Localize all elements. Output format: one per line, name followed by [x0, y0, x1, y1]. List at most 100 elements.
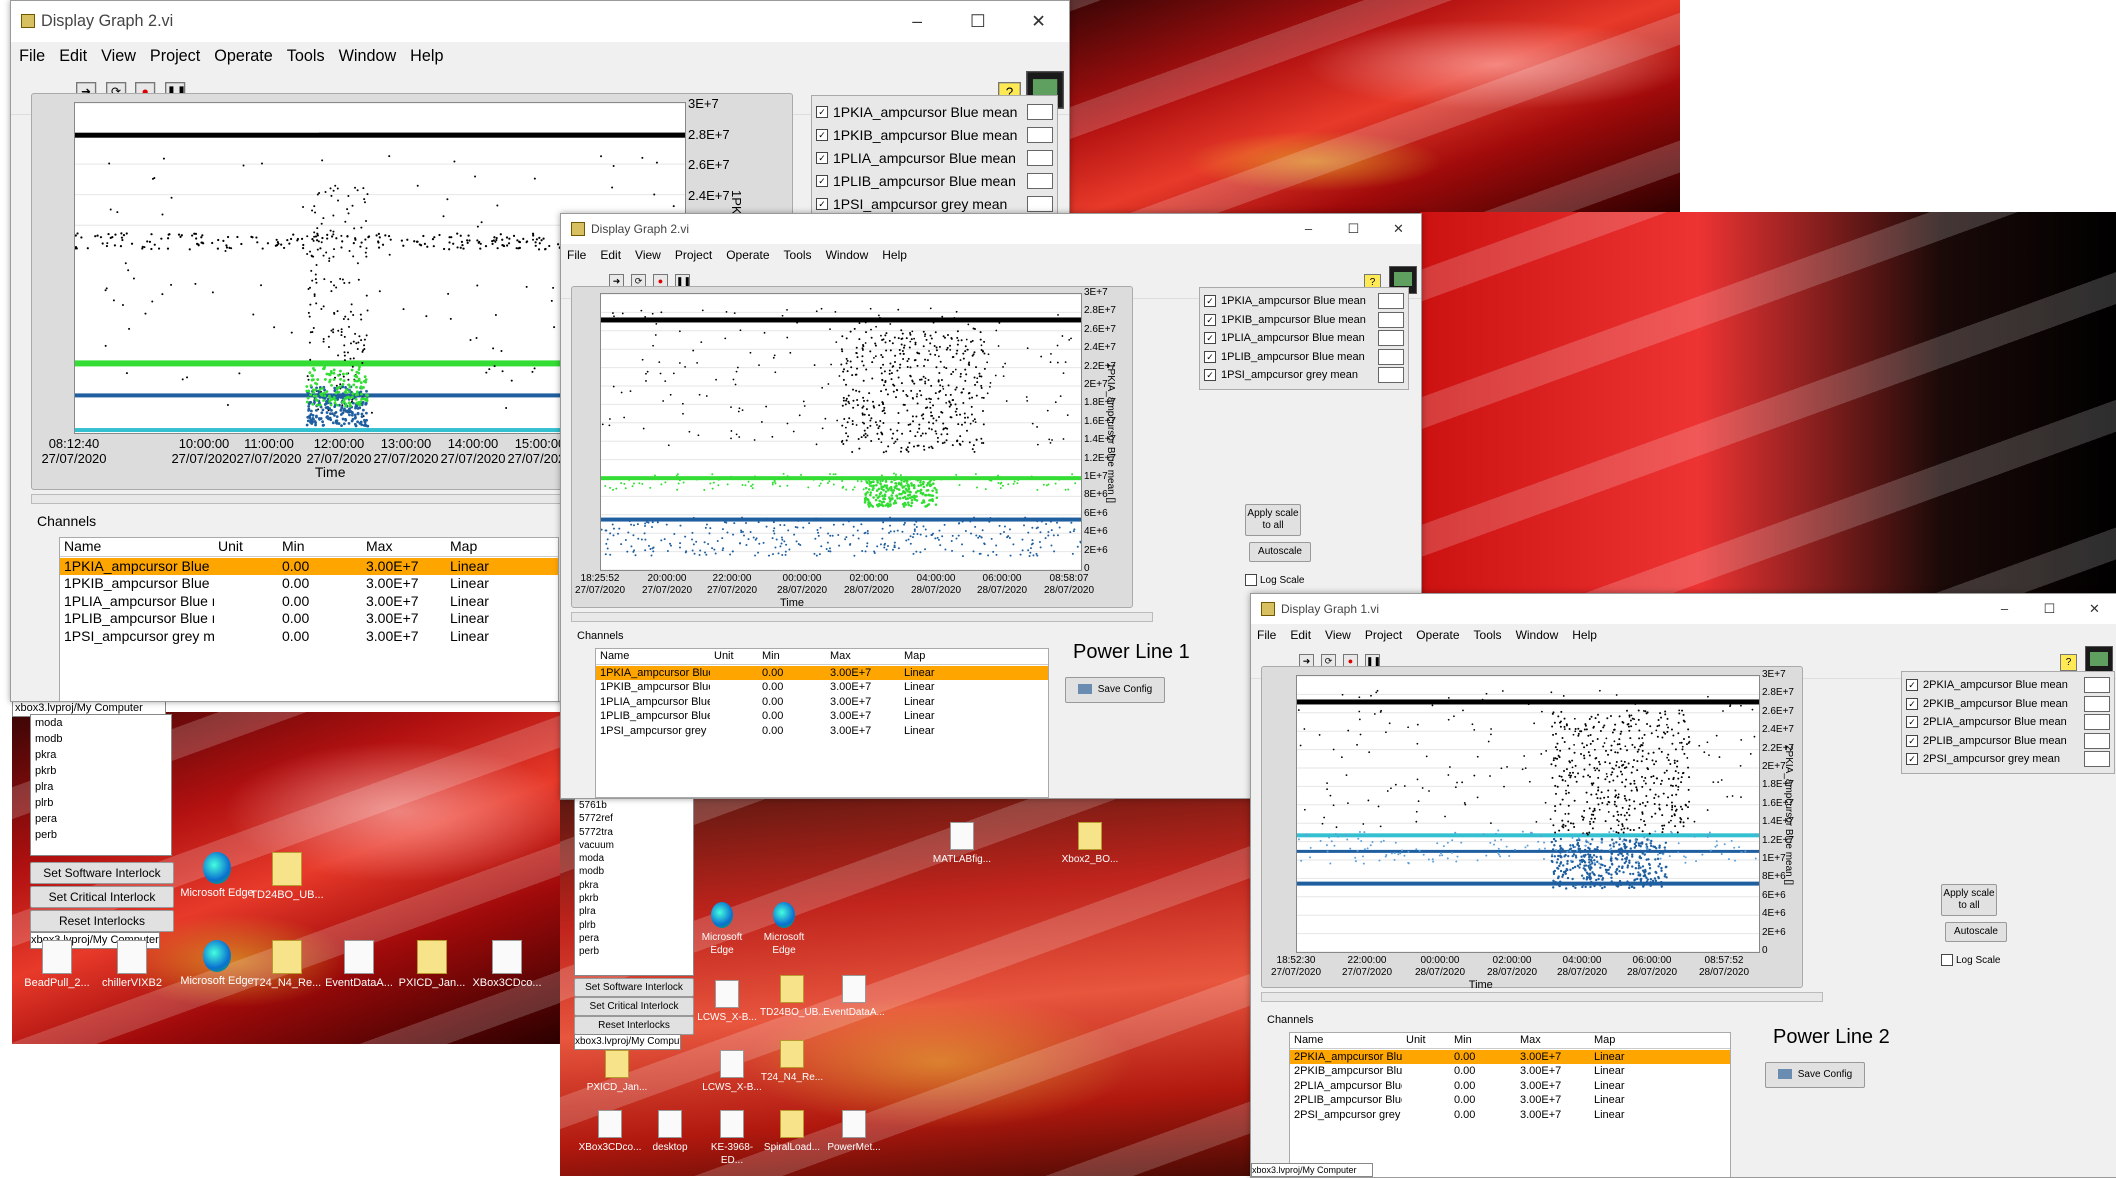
desktop-icon[interactable]: LCWS_X-B...	[695, 980, 759, 1024]
menu-file[interactable]: File	[567, 244, 586, 266]
channel-list-item[interactable]: perb	[575, 945, 693, 958]
plot-style-swatch[interactable]	[1378, 311, 1404, 328]
desktop-icon[interactable]: T24_N4_Re...	[760, 1040, 824, 1084]
menu-file[interactable]: File	[19, 42, 45, 72]
channel-list-item[interactable]: plrb	[31, 795, 171, 811]
reset-interlocks-button[interactable]: Reset Interlocks	[30, 910, 174, 932]
column-header[interactable]: Max	[826, 649, 900, 664]
column-header[interactable]: Name	[596, 649, 710, 664]
menu-window[interactable]: Window	[339, 42, 397, 72]
table-row[interactable]: 1PLIA_ampcursor Blue n 0.00 3.00E+7 Linear	[60, 593, 558, 611]
legend-item[interactable]: ✓ 2PLIA_ampcursor Blue mean	[1906, 713, 2110, 732]
visible-checkbox[interactable]: ✓	[816, 128, 828, 141]
visible-checkbox[interactable]: ✓	[816, 105, 828, 118]
legend-item[interactable]: ✓ 1PLIB_ampcursor Blue mean	[1204, 348, 1404, 367]
visible-checkbox[interactable]: ✓	[1204, 369, 1216, 382]
channel-list-item[interactable]: perb	[31, 827, 171, 843]
apply-scale-button[interactable]: Apply scale to all	[1245, 504, 1301, 536]
channel-list-item[interactable]: plra	[31, 779, 171, 795]
visible-checkbox[interactable]: ✓	[1906, 753, 1918, 766]
channel-list-item[interactable]: modb	[575, 865, 693, 878]
legend-item[interactable]: ✓ 1PKIB_ampcursor Blue mean	[816, 123, 1053, 146]
plot-style-swatch[interactable]	[1027, 103, 1053, 120]
column-header[interactable]: Name	[1290, 1033, 1402, 1048]
visible-checkbox[interactable]: ✓	[816, 197, 828, 210]
plot-style-swatch[interactable]	[1027, 172, 1053, 189]
menu-view[interactable]: View	[1325, 624, 1351, 646]
table-row[interactable]: 1PKIA_ampcursor Blue r 0.00 3.00E+7 Linear	[60, 557, 558, 576]
desktop-icon[interactable]: T24_N4_Re...	[250, 940, 324, 990]
maximize-button[interactable]: ☐	[948, 11, 1009, 32]
desktop-icon[interactable]: XBox3CDco...	[470, 940, 544, 990]
plot-style-swatch[interactable]	[2084, 732, 2110, 749]
legend-item[interactable]: ✓ 1PSI_ampcursor grey mean	[816, 192, 1053, 215]
channels-table[interactable]: Name Unit Min Max Map 1PKIA_ampcursor Blue r0…	[59, 537, 559, 701]
table-row[interactable]: 1PKIB_ampcursor Blue r 0.00 3.00E+7 Linear	[60, 575, 558, 593]
menu-tools[interactable]: Tools	[287, 42, 325, 72]
table-row[interactable]: 1PKIA_ampcursor Blue r 0.00 3.00E+7 Linear	[596, 665, 1048, 680]
desktop-icon[interactable]: EventDataA...	[322, 940, 396, 990]
apply-scale-button[interactable]: Apply scale to all	[1941, 884, 1997, 916]
desktop-icon[interactable]: chillerVIXB2	[95, 940, 169, 990]
desktop-icon[interactable]: BeadPull_2...	[20, 940, 94, 990]
channel-list-item[interactable]: pera	[575, 932, 693, 945]
plot-style-swatch[interactable]	[1027, 195, 1053, 212]
channel-list-item[interactable]: pkra	[31, 747, 171, 763]
visible-checkbox[interactable]: ✓	[1204, 313, 1216, 326]
desktop-icon[interactable]: Microsoft Edge	[690, 902, 754, 957]
table-row[interactable]: 2PSI_ampcursor grey m 0.00 3.00E+7 Linear	[1290, 1108, 1730, 1123]
menu-project[interactable]: Project	[150, 42, 200, 72]
column-header[interactable]: Unit	[710, 649, 758, 664]
column-header[interactable]: Min	[1450, 1033, 1516, 1048]
channel-list-item[interactable]: moda	[575, 852, 693, 865]
plot-style-swatch[interactable]	[1378, 348, 1404, 365]
desktop-icon[interactable]: SpiralLoad...	[760, 1110, 824, 1154]
plot-style-swatch[interactable]	[1378, 367, 1404, 384]
table-row[interactable]: 1PLIA_ampcursor Blue r 0.00 3.00E+7 Linear	[596, 695, 1048, 710]
legend-item[interactable]: ✓ 2PKIA_ampcursor Blue mean	[1906, 676, 2110, 695]
table-row[interactable]: 2PLIB_ampcursor Blue n0.003.00E+7Linear	[1290, 1093, 1730, 1108]
save-config-button[interactable]: Save Config	[1065, 677, 1165, 703]
visible-checkbox[interactable]: ✓	[1204, 295, 1216, 308]
desktop-icon[interactable]: Microsoft Edge	[180, 940, 254, 988]
table-row[interactable]: 1PSI_ampcursor grey me 0.00 3.00E+7 Linear	[60, 628, 558, 646]
graph-horizontal-scrollbar[interactable]	[571, 612, 1153, 622]
visible-checkbox[interactable]: ✓	[1906, 679, 1918, 692]
log-scale-check[interactable]	[1941, 954, 1953, 966]
title-bar[interactable]: Display Graph 1.vi – ☐ ✕	[1251, 594, 2116, 624]
set-software-interlock-button[interactable]: Set Software Interlock	[574, 978, 694, 997]
menu-project[interactable]: Project	[1365, 624, 1402, 646]
legend-item[interactable]: ✓ 2PKIB_ampcursor Blue mean	[1906, 695, 2110, 714]
desktop-icon[interactable]: TD24BO_UB...	[250, 852, 324, 902]
column-header[interactable]: Map	[446, 538, 550, 556]
table-row[interactable]: 2PLIA_ampcursor Blue r 0.00 3.00E+7 Linear	[1290, 1079, 1730, 1094]
desktop-icon[interactable]: MATLABfig...	[930, 822, 994, 866]
title-bar[interactable]: Display Graph 2.vi – ☐ ✕	[561, 214, 1421, 244]
plot-style-swatch[interactable]	[2084, 714, 2110, 731]
minimize-button[interactable]: –	[1982, 601, 2027, 617]
graph-horizontal-scrollbar[interactable]	[1261, 992, 1823, 1002]
visible-checkbox[interactable]: ✓	[1906, 697, 1918, 710]
legend-item[interactable]: ✓ 2PLIB_ampcursor Blue mean	[1906, 732, 2110, 751]
menu-operate[interactable]: Operate	[214, 42, 273, 72]
table-row[interactable]: 1PKIB_ampcursor Blue r 0.00 3.00E+7 Linear	[596, 680, 1048, 695]
desktop-icon[interactable]: TD24BO_UB...	[760, 975, 827, 1019]
channels-table[interactable]: NameUnitMinMaxMap2PKIA_ampcursor Blue r0…	[1289, 1032, 1731, 1177]
column-header[interactable]: Map	[1590, 1033, 1684, 1048]
menu-edit[interactable]: Edit	[600, 244, 621, 266]
menu-help[interactable]: Help	[1572, 624, 1597, 646]
autoscale-button[interactable]: Autoscale	[1249, 542, 1311, 562]
close-button[interactable]: ✕	[1376, 221, 1421, 237]
channel-listbox[interactable]: 5761b 5772ref 5772tra vacuum moda modb pkra pkr…	[574, 798, 694, 976]
menu-window[interactable]: Window	[826, 244, 869, 266]
menu-help[interactable]: Help	[410, 42, 443, 72]
column-header[interactable]: Map	[900, 649, 994, 664]
column-header[interactable]: Min	[278, 538, 362, 556]
table-row[interactable]: 2PKIB_ampcursor Blue r0.003.00E+7Linear	[1290, 1064, 1730, 1079]
legend-item[interactable]: ✓ 1PKIB_ampcursor Blue mean	[1204, 311, 1404, 330]
channel-list-item[interactable]: modb	[31, 731, 171, 747]
desktop-icon[interactable]: Xbox2_BO...	[1058, 822, 1122, 866]
channel-list-item[interactable]: plra	[575, 905, 693, 918]
menu-view[interactable]: View	[635, 244, 661, 266]
plot-style-swatch[interactable]	[2084, 677, 2110, 694]
